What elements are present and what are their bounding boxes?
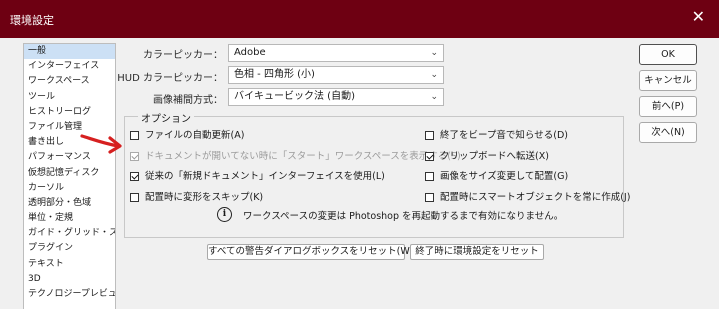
color-picker-select[interactable]: Adobe ⌄: [228, 44, 444, 62]
chevron-down-icon: ⌄: [430, 70, 438, 80]
color-picker-value: Adobe: [234, 47, 266, 58]
sidebar-item[interactable]: テキスト: [24, 257, 115, 272]
option-checkbox[interactable]: 従来の「新規ドキュメント」インターフェイスを使用(L): [130, 168, 385, 182]
checkbox-unchecked-icon[interactable]: [425, 172, 434, 181]
hud-picker-select[interactable]: 色相 - 四角形 (小) ⌄: [228, 66, 444, 84]
window-title: 環境設定: [10, 14, 54, 27]
option-label: クリップボードへ転送(X): [440, 151, 549, 162]
checkbox-unchecked-icon[interactable]: [130, 193, 139, 202]
options-group-label: オプション: [138, 110, 194, 125]
option-checkbox[interactable]: 配置時に変形をスキップ(K): [130, 189, 263, 203]
sidebar-item[interactable]: ツール: [24, 90, 115, 105]
sidebar-item[interactable]: ヒストリーログ: [24, 105, 115, 120]
sidebar-item[interactable]: ガイド・グリッド・スライス: [24, 226, 115, 241]
info-icon: i: [217, 207, 232, 222]
sidebar-item[interactable]: プラグイン: [24, 241, 115, 256]
cancel-button[interactable]: キャンセル: [639, 70, 697, 91]
option-label: ファイルの自動更新(A): [145, 130, 245, 141]
interpolation-value: バイキュービック法 (自動): [234, 91, 355, 102]
option-label: 配置時に変形をスキップ(K): [145, 192, 264, 203]
interpolation-label: 画像補間方式：: [153, 95, 223, 106]
ok-button[interactable]: OK: [639, 44, 697, 65]
previous-button[interactable]: 前へ(P): [639, 96, 697, 117]
checkbox-checked-icon[interactable]: [130, 172, 139, 181]
reset-warnings-button[interactable]: すべての警告ダイアログボックスをリセット(W): [207, 244, 413, 260]
interpolation-select[interactable]: バイキュービック法 (自動) ⌄: [228, 88, 444, 106]
title-bar: 環境設定 ✕: [0, 0, 719, 38]
option-checkbox[interactable]: 配置時にスマートオブジェクトを常に作成(J): [425, 189, 630, 203]
option-checkbox[interactable]: 画像をサイズ変更して配置(G): [425, 168, 568, 182]
hud-picker-label: HUD カラーピッカー：: [117, 73, 223, 84]
sidebar-item[interactable]: 一般: [24, 44, 115, 60]
hud-picker-value: 色相 - 四角形 (小): [234, 69, 315, 80]
option-label: 画像をサイズ変更して配置(G): [440, 171, 569, 182]
checkbox-unchecked-icon[interactable]: [425, 131, 434, 140]
chevron-down-icon: ⌄: [430, 48, 438, 58]
option-checkbox: ドキュメントが開いてない時に「スタート」ワークスペースを表示する(S): [130, 148, 461, 162]
reset-preferences-button[interactable]: 終了時に環境設定をリセット: [410, 244, 544, 260]
restart-notice: ワークスペースの変更は Photoshop を再起動するまで有効になりません。: [243, 211, 564, 222]
sidebar-item[interactable]: ワークスペース: [24, 74, 115, 89]
sidebar-item[interactable]: 単位・定規: [24, 211, 115, 226]
sidebar-item[interactable]: インターフェイス: [24, 59, 115, 74]
sidebar-item[interactable]: 3D: [24, 272, 115, 287]
checkbox-checked-icon: [130, 152, 139, 161]
category-list: 一般 インターフェイス ワークスペース ツール ヒストリーログ ファイル管理 書き出し パフォ…: [23, 43, 116, 309]
close-icon[interactable]: ✕: [692, 9, 705, 25]
checkbox-unchecked-icon[interactable]: [425, 193, 434, 202]
checkbox-unchecked-icon[interactable]: [130, 131, 139, 140]
option-checkbox[interactable]: 終了をビープ音で知らせる(D): [425, 127, 568, 141]
chevron-down-icon: ⌄: [430, 92, 438, 102]
option-label: 配置時にスマートオブジェクトを常に作成(J): [440, 192, 631, 203]
option-label: 終了をビープ音で知らせる(D): [440, 130, 568, 141]
sidebar-item[interactable]: 仮想記憶ディスク: [24, 166, 115, 181]
option-label: 従来の「新規ドキュメント」インターフェイスを使用(L): [145, 171, 385, 182]
sidebar-item[interactable]: 透明部分・色域: [24, 196, 115, 211]
checkbox-checked-icon[interactable]: [425, 152, 434, 161]
option-checkbox[interactable]: クリップボードへ転送(X): [425, 148, 549, 162]
color-picker-label: カラーピッカー：: [143, 50, 223, 61]
next-button[interactable]: 次へ(N): [639, 122, 697, 143]
option-label: ドキュメントが開いてない時に「スタート」ワークスペースを表示する(S): [145, 151, 461, 162]
option-checkbox[interactable]: ファイルの自動更新(A): [130, 127, 244, 141]
sidebar-item[interactable]: カーソル: [24, 181, 115, 196]
sidebar-item[interactable]: テクノロジープレビュー: [24, 287, 115, 302]
annotation-arrow-icon: [80, 134, 122, 154]
